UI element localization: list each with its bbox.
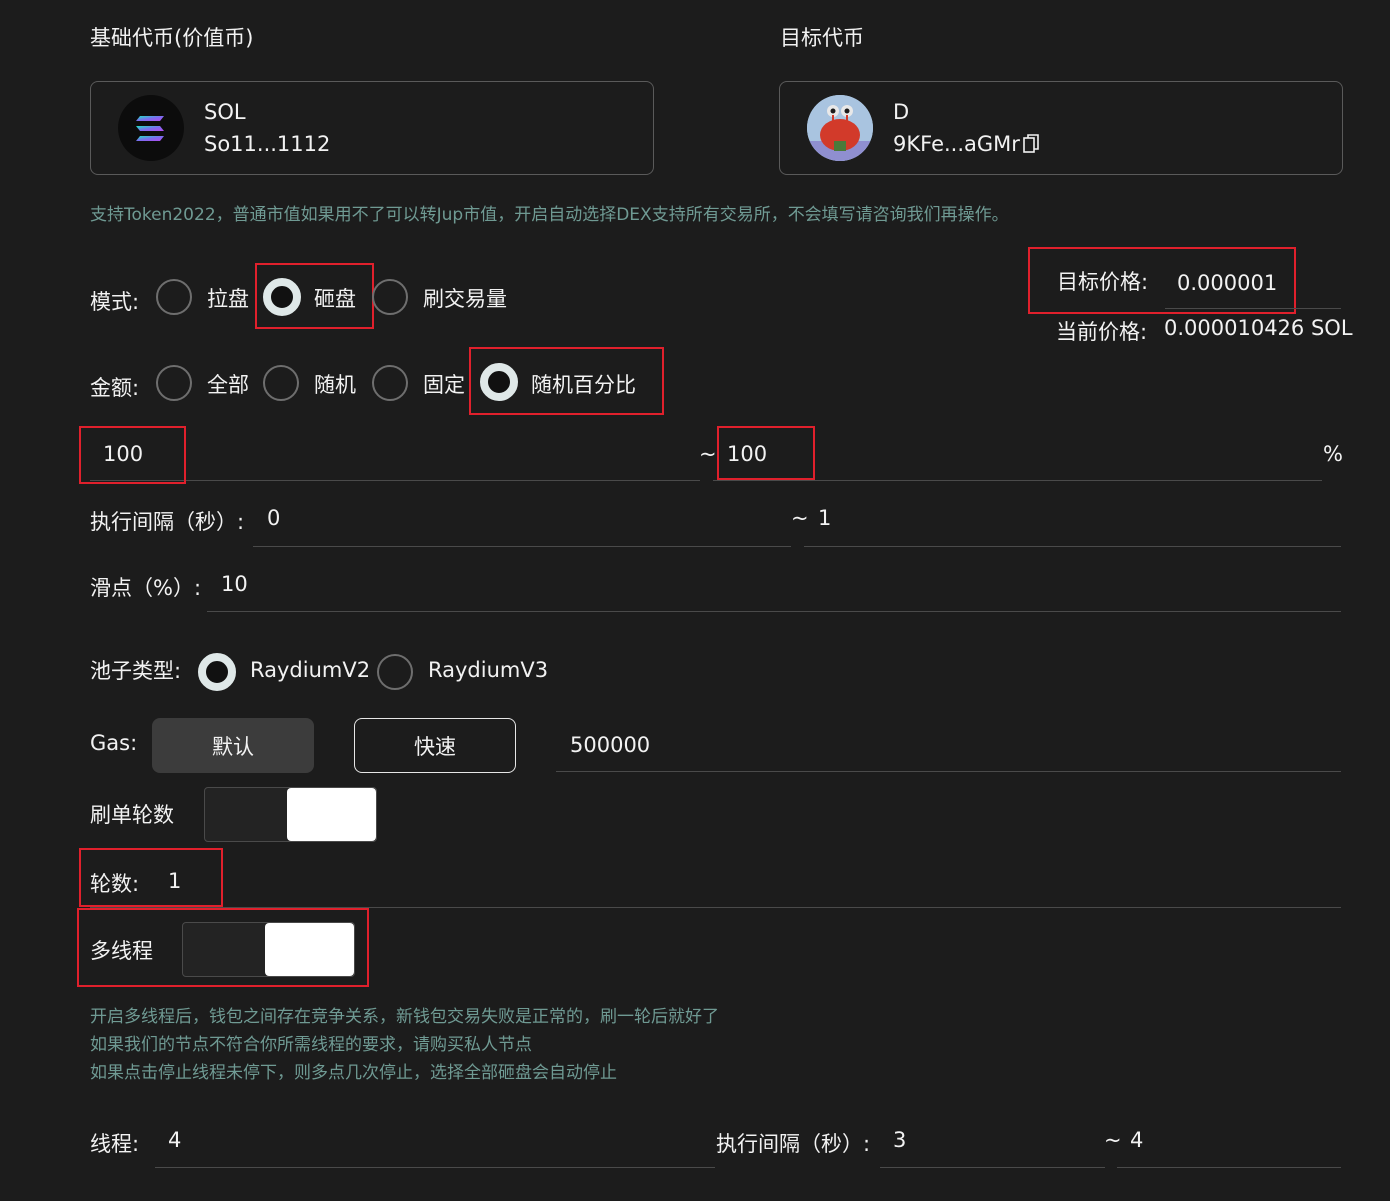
- threads-input[interactable]: 4: [168, 1128, 181, 1152]
- amount-min-input[interactable]: 100: [103, 442, 143, 466]
- threads-label: 线程:: [90, 1132, 140, 1156]
- target-price-label: 目标价格:: [1057, 270, 1149, 294]
- slippage-input-box[interactable]: 10: [207, 559, 1341, 612]
- threads-interval-max-input[interactable]: 4: [1130, 1128, 1143, 1152]
- rounds-toggle-knob: [287, 788, 376, 841]
- target-token-label: 目标代币: [780, 26, 864, 50]
- copy-icon[interactable]: [1023, 134, 1039, 154]
- multithread-hint-line: 如果我们的节点不符合你所需线程的要求，请购买私人节点: [90, 1035, 532, 1055]
- amount-radio-random-percent[interactable]: [480, 363, 518, 401]
- multithread-toggle-knob: [265, 923, 354, 976]
- pool-option-raydium-v2[interactable]: RaydiumV2: [250, 658, 370, 682]
- target-price-input[interactable]: 0.000001: [1177, 271, 1277, 295]
- target-token-card[interactable]: D 9KFe...aGMr: [779, 81, 1343, 175]
- gas-value-input-box[interactable]: 500000: [556, 718, 1341, 772]
- threads-interval-label: 执行间隔（秒）:: [716, 1132, 871, 1156]
- exec-interval-label: 执行间隔（秒）:: [90, 510, 245, 534]
- mode-radio-dump[interactable]: [263, 278, 301, 316]
- multithread-hint-line: 如果点击停止线程未停下，则多点几次停止，选择全部砸盘会自动停止: [90, 1063, 617, 1083]
- rounds-toggle-label: 刷单轮数: [90, 803, 174, 827]
- support-hint: 支持Token2022，普通市值如果用不了可以转Jup市值，开启自动选择DEX支…: [90, 205, 1009, 225]
- threads-interval-min-input[interactable]: 3: [893, 1128, 906, 1152]
- current-price-label: 当前价格:: [1056, 320, 1148, 344]
- amount-unit: %: [1323, 442, 1343, 466]
- gas-fast-button[interactable]: 快速: [354, 718, 516, 773]
- rounds-input[interactable]: 1: [168, 869, 181, 893]
- amount-option-fixed[interactable]: 固定: [423, 369, 465, 399]
- exec-interval-min-box[interactable]: 0: [253, 494, 791, 547]
- multithread-hints: 开启多线程后，钱包之间存在竞争关系，新钱包交易失败是正常的，刷一轮后就好了 如果…: [90, 1003, 719, 1087]
- mode-option-pump[interactable]: 拉盘: [207, 283, 249, 313]
- mode-radio-volume[interactable]: [372, 279, 408, 315]
- rounds-label: 轮数:: [90, 872, 140, 896]
- exec-interval-max-box[interactable]: 1: [804, 494, 1341, 547]
- target-token-address: 9KFe...aGMr: [893, 132, 1020, 156]
- target-price-input-box[interactable]: 0.000001: [1165, 255, 1341, 309]
- rounds-row: [90, 855, 1341, 908]
- amount-option-all[interactable]: 全部: [207, 369, 249, 399]
- pool-option-raydium-v3[interactable]: RaydiumV3: [428, 658, 548, 682]
- amount-option-random-percent[interactable]: 随机百分比: [531, 369, 636, 399]
- threads-input-box[interactable]: 4: [155, 1115, 715, 1168]
- gas-value-input[interactable]: 500000: [570, 733, 650, 757]
- multithread-toggle-label: 多线程: [90, 939, 153, 963]
- mode-label: 模式:: [90, 290, 140, 314]
- pool-radio-raydium-v2[interactable]: [198, 653, 236, 691]
- amount-radio-fixed[interactable]: [372, 365, 408, 401]
- mode-option-dump[interactable]: 砸盘: [314, 283, 356, 313]
- amount-radio-all[interactable]: [156, 365, 192, 401]
- rounds-toggle-switch[interactable]: [204, 787, 377, 842]
- exec-interval-min-input[interactable]: 0: [267, 506, 280, 530]
- multithread-toggle-switch[interactable]: [182, 922, 355, 977]
- base-token-card[interactable]: SOL So11...1112: [90, 81, 654, 175]
- multithread-hint-line: 开启多线程后，钱包之间存在竞争关系，新钱包交易失败是正常的，刷一轮后就好了: [90, 1007, 719, 1027]
- amount-max-input[interactable]: 100: [727, 442, 767, 466]
- pool-radio-raydium-v3[interactable]: [377, 654, 413, 690]
- exec-interval-max-input[interactable]: 1: [818, 506, 831, 530]
- base-token-address: So11...1112: [204, 132, 331, 156]
- target-token-logo-icon: [807, 95, 873, 161]
- amount-option-random[interactable]: 随机: [314, 369, 356, 399]
- mode-option-volume[interactable]: 刷交易量: [423, 283, 507, 313]
- threads-interval-max-box[interactable]: 4: [1117, 1115, 1341, 1168]
- current-price-value: 0.000010426 SOL: [1164, 316, 1353, 340]
- gas-label: Gas:: [90, 731, 138, 755]
- pool-type-label: 池子类型:: [90, 659, 182, 683]
- amount-radio-random[interactable]: [263, 365, 299, 401]
- base-token-label: 基础代币(价值币): [90, 26, 254, 50]
- slippage-label: 滑点（%）:: [90, 576, 202, 600]
- target-token-symbol: D: [893, 100, 910, 124]
- solana-logo-icon: [118, 95, 184, 161]
- mode-radio-pump[interactable]: [156, 279, 192, 315]
- base-token-symbol: SOL: [204, 100, 246, 124]
- gas-default-button[interactable]: 默认: [152, 718, 314, 773]
- amount-label: 金额:: [90, 376, 140, 400]
- threads-interval-min-box[interactable]: 3: [880, 1115, 1105, 1168]
- slippage-input[interactable]: 10: [221, 572, 248, 596]
